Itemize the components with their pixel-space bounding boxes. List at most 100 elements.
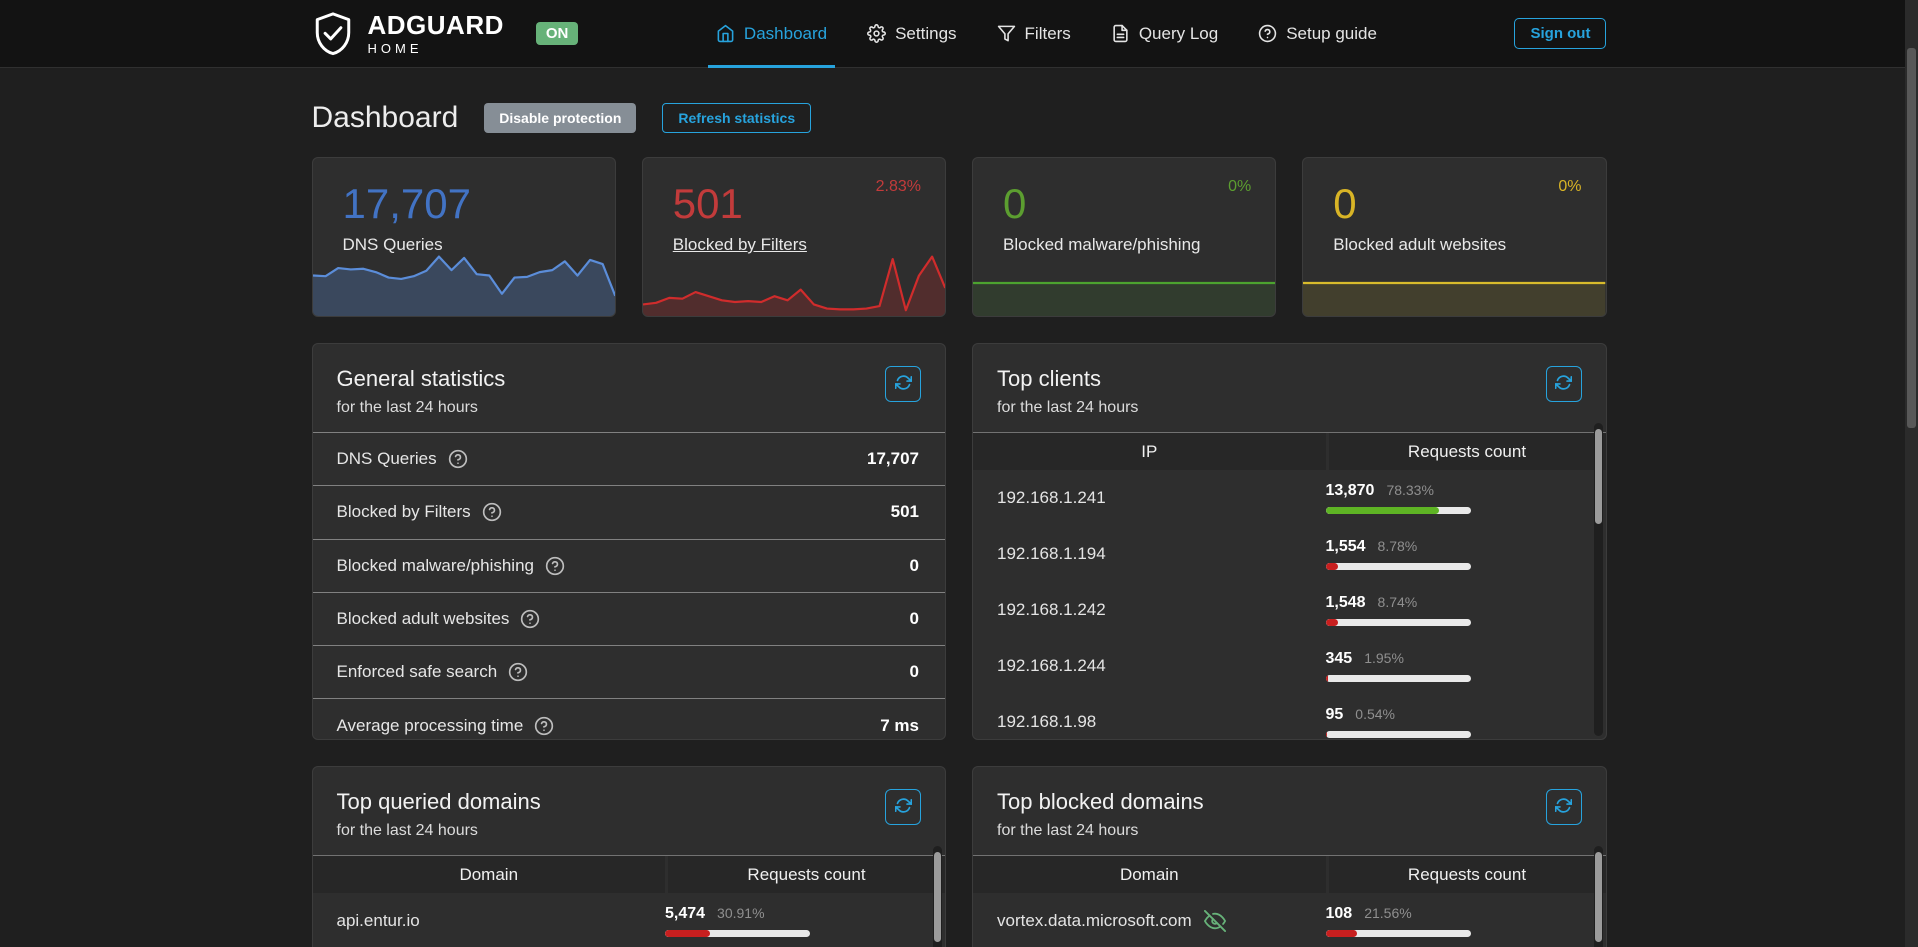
stat-row-value: 0 [910, 662, 919, 682]
stat-cards-row: 17,707DNS Queries2.83%501Blocked by Filt… [312, 157, 1607, 317]
help-circle-icon[interactable] [520, 609, 540, 629]
stat-row-label: Average processing time [337, 716, 524, 736]
refresh-panel-button[interactable] [885, 789, 921, 825]
row-progress-bar [1326, 675, 1471, 682]
help-circle-icon[interactable] [545, 556, 565, 576]
row-name-link[interactable]: api.entur.io [337, 911, 420, 931]
row-progress-bar [1326, 563, 1471, 570]
disable-protection-button[interactable]: Disable protection [484, 103, 636, 133]
row-name-link[interactable]: 192.168.1.98 [997, 712, 1096, 732]
blocked-by-filters-sparkline [643, 250, 945, 316]
panel-subtitle: for the last 24 hours [337, 399, 922, 417]
top-clients-rows: 192.168.1.241 13,870 78.33% 192.168.1.194 1,… [973, 470, 1606, 740]
stat-row-dns-queries: DNS Queries17,707 [313, 432, 946, 485]
stat-card-blocked-malware-phishing: 0%0Blocked malware/phishing [972, 157, 1276, 317]
stat-row-average-processing-time: Average processing time 7 ms [313, 698, 946, 740]
table-scrollbar[interactable] [933, 846, 942, 947]
stat-row-value: 501 [891, 502, 919, 522]
refresh-panel-button[interactable] [885, 366, 921, 402]
row-name-link[interactable]: 192.168.1.242 [997, 600, 1106, 620]
row-progress-bar [1326, 507, 1471, 514]
nav-item-dashboard[interactable]: Dashboard [716, 0, 827, 67]
brand-name: ADGUARD [368, 12, 504, 38]
row-percent: 1.95% [1364, 650, 1404, 666]
nav-item-query-log[interactable]: Query Log [1111, 0, 1218, 67]
top-blocked-rows: vortex.data.microsoft.com10821.56% [973, 893, 1606, 947]
stat-value: 17,707 [343, 182, 591, 226]
column-header-ip[interactable]: IP [973, 433, 1326, 470]
adguard-shield-logo-icon [312, 11, 354, 57]
table-scrollbar-thumb[interactable] [1595, 852, 1602, 942]
table-scrollbar-thumb[interactable] [1595, 429, 1602, 524]
column-header-requests-count[interactable]: Requests count [665, 856, 945, 893]
table-scrollbar[interactable] [1594, 423, 1603, 736]
navbar: ADGUARD HOME ON Dashboard Settings Filters… [0, 0, 1918, 68]
nav-item-filters[interactable]: Filters [997, 0, 1071, 67]
stat-row-value: 0 [910, 556, 919, 576]
protection-status-badge: ON [536, 22, 579, 45]
stat-card-blocked-by-filters: 2.83%501Blocked by Filters [642, 157, 946, 317]
file-icon [1111, 24, 1130, 43]
stat-row-value: 7 ms [880, 716, 919, 736]
nav-item-setup-guide[interactable]: Setup guide [1258, 0, 1377, 67]
table-row: api.entur.io5,47430.91% [313, 893, 946, 947]
blocked-malware-sparkline [973, 250, 1275, 316]
panel-top-queried-domains: Top queried domains for the last 24 hour… [312, 766, 947, 947]
row-percent: 8.74% [1378, 594, 1418, 610]
row-count: 345 [1326, 650, 1353, 668]
row-count: 13,870 [1326, 482, 1375, 500]
help-circle-icon[interactable] [482, 502, 502, 522]
sign-out-button[interactable]: Sign out [1514, 18, 1606, 49]
help-circle-icon[interactable] [448, 449, 468, 469]
table-row: 192.168.1.244 345 1.95% [973, 638, 1606, 694]
dns-queries-sparkline [313, 250, 615, 316]
page-title: Dashboard [312, 101, 459, 135]
nav-items: Dashboard Settings Filters Query Log Setup g… [716, 0, 1377, 67]
row-name-link[interactable]: 192.168.1.244 [997, 656, 1106, 676]
stat-row-blocked-adult-websites: Blocked adult websites0 [313, 592, 946, 645]
stat-row-blocked-by-filters: Blocked by Filters 501 [313, 485, 946, 538]
refresh-icon [1555, 797, 1572, 817]
row-count: 95 [1326, 706, 1344, 724]
panel-title: Top blocked domains [997, 789, 1582, 815]
row-percent: 30.91% [717, 905, 764, 921]
help-icon [1258, 24, 1277, 43]
brand: ADGUARD HOME ON [312, 11, 579, 57]
page-scrollbar[interactable] [1905, 0, 1918, 947]
table-scrollbar[interactable] [1594, 846, 1603, 947]
column-header-domain[interactable]: Domain [313, 856, 666, 893]
refresh-panel-button[interactable] [1546, 789, 1582, 825]
panel-title: Top queried domains [337, 789, 922, 815]
row-percent: 78.33% [1386, 482, 1433, 498]
row-name-link[interactable]: vortex.data.microsoft.com [997, 911, 1192, 931]
stat-percent: 0% [1228, 178, 1251, 196]
column-header-requests-count[interactable]: Requests count [1326, 433, 1606, 470]
column-header-requests-count[interactable]: Requests count [1326, 856, 1606, 893]
table-row: 192.168.1.2421,5488.74% [973, 582, 1606, 638]
table-scrollbar-thumb[interactable] [934, 852, 941, 942]
row-percent: 0.54% [1355, 706, 1395, 722]
help-circle-icon[interactable] [508, 662, 528, 682]
refresh-icon [895, 374, 912, 394]
column-header-domain[interactable]: Domain [973, 856, 1326, 893]
stat-percent: 0% [1558, 178, 1581, 196]
stat-row-label: Blocked by Filters [337, 502, 471, 522]
table-header: Domain Requests count [313, 855, 946, 893]
help-circle-icon[interactable] [534, 716, 554, 736]
row-name-link[interactable]: 192.168.1.194 [997, 544, 1106, 564]
page-scrollbar-thumb[interactable] [1907, 48, 1916, 428]
panel-subtitle: for the last 24 hours [997, 822, 1582, 840]
panel-subtitle: for the last 24 hours [997, 399, 1582, 417]
stat-value: 0 [1333, 182, 1581, 226]
row-count: 1,554 [1326, 538, 1366, 556]
panel-general-statistics: General statistics for the last 24 hours… [312, 343, 947, 740]
table-header: IP Requests count [973, 432, 1606, 470]
row-name-link[interactable]: 192.168.1.241 [997, 488, 1106, 508]
nav-item-settings[interactable]: Settings [867, 0, 956, 67]
table-row: 192.168.1.98 95 0.54% [973, 694, 1606, 740]
stat-card-blocked-adult-websites: 0%0Blocked adult websites [1302, 157, 1606, 317]
refresh-icon [895, 797, 912, 817]
refresh-statistics-button[interactable]: Refresh statistics [662, 103, 811, 133]
eye-off-icon [1204, 910, 1226, 932]
refresh-panel-button[interactable] [1546, 366, 1582, 402]
